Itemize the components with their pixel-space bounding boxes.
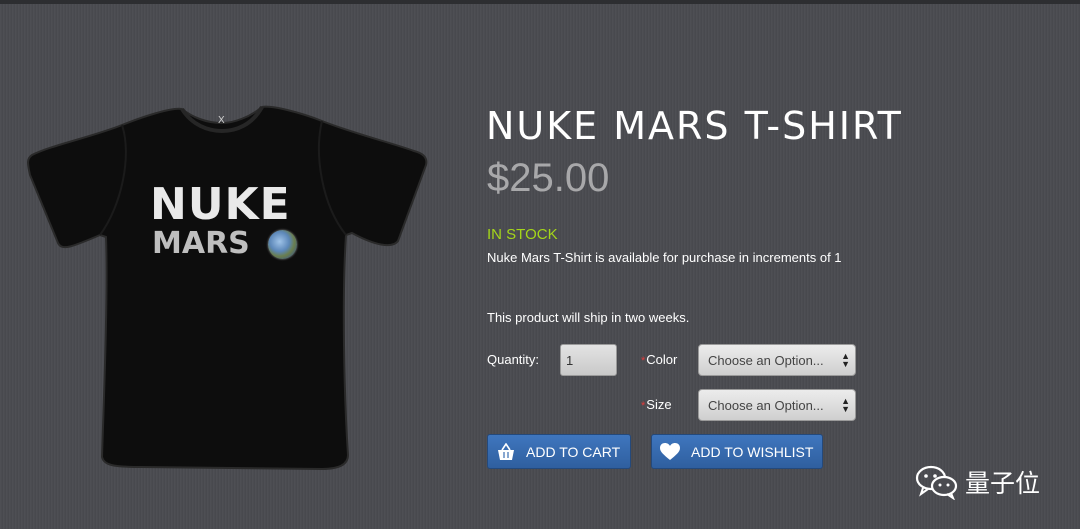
select-arrows-icon: ▲ ▼ — [841, 396, 850, 414]
required-mark: * — [641, 400, 646, 412]
add-to-cart-button[interactable]: ADD TO CART — [487, 434, 631, 469]
size-label-text: Size — [646, 397, 672, 412]
stock-status: IN STOCK — [487, 226, 558, 243]
size-select[interactable]: Choose an Option... ▲ ▼ — [698, 389, 856, 421]
product-title: NUKE MARS T-SHIRT — [486, 104, 903, 148]
earth-icon — [268, 230, 297, 259]
heart-icon — [660, 443, 680, 460]
wechat-icon — [915, 465, 958, 500]
quantity-input[interactable] — [560, 344, 617, 376]
color-label-text: Color — [646, 352, 678, 367]
product-price: $25.00 — [487, 156, 610, 200]
shirt-print: X NUKE MARS — [22, 95, 432, 475]
top-bar — [0, 0, 1080, 4]
watermark: 量子位 — [915, 462, 1055, 502]
size-label: *Size — [641, 397, 672, 412]
size-select-value: Choose an Option... — [708, 398, 824, 413]
shirt-print-mars: MARS — [152, 226, 250, 261]
add-to-cart-label: ADD TO CART — [526, 444, 621, 460]
required-mark: * — [641, 355, 646, 367]
color-select-value: Choose an Option... — [708, 353, 824, 368]
add-to-wishlist-label: ADD TO WISHLIST — [691, 444, 814, 460]
color-label: *Color — [641, 352, 677, 367]
shirt-print-nuke: NUKE — [150, 179, 291, 230]
quantity-label: Quantity: — [487, 352, 540, 367]
select-arrows-icon: ▲ ▼ — [841, 351, 850, 369]
basket-icon — [498, 443, 514, 460]
watermark-text: 量子位 — [965, 469, 1041, 498]
product-image[interactable]: X NUKE MARS — [22, 95, 432, 475]
shipping-note: This product will ship in two weeks. — [487, 310, 690, 325]
add-to-wishlist-button[interactable]: ADD TO WISHLIST — [651, 434, 823, 469]
color-select[interactable]: Choose an Option... ▲ ▼ — [698, 344, 856, 376]
availability-text: Nuke Mars T-Shirt is available for purch… — [487, 250, 842, 265]
neck-logo: X — [218, 115, 225, 126]
